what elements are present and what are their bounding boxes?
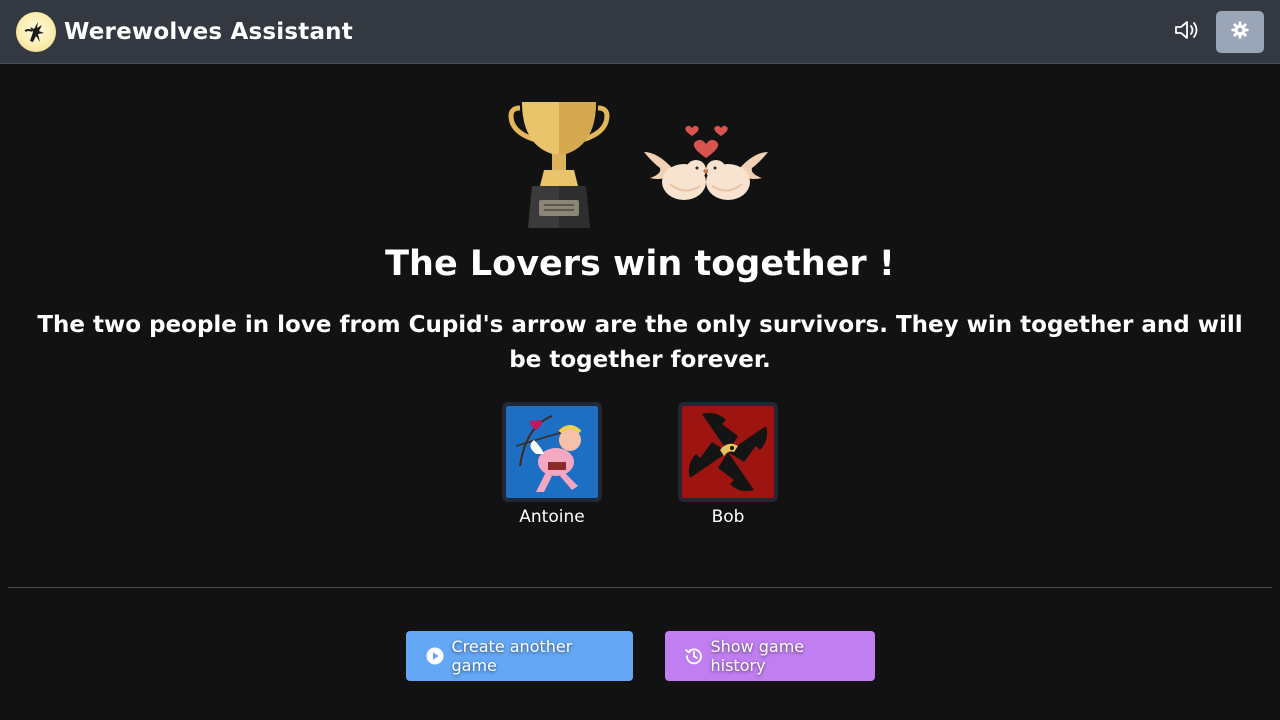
gear-icon: [1231, 21, 1249, 43]
victory-description: The two people in love from Cupid's arro…: [37, 312, 1243, 373]
create-another-game-label: Create another game: [451, 637, 573, 675]
end-game-actions: Create another game Show game history: [0, 631, 1280, 681]
create-another-game-button[interactable]: Create another game: [405, 631, 633, 681]
history-icon: [684, 647, 703, 665]
trophy-icon: [506, 100, 612, 232]
werewolf-logo-icon: [16, 12, 56, 52]
player-name: Bob: [711, 507, 745, 527]
winner-player: Antoine: [502, 402, 602, 527]
volume-icon: [1173, 18, 1201, 46]
play-circle-icon: [426, 647, 444, 665]
victory-icons: [0, 100, 1280, 230]
settings-button[interactable]: [1216, 11, 1264, 53]
victory-title: The Lovers win together !: [385, 244, 895, 284]
winners-list: Antoine Bob: [0, 402, 1280, 527]
show-game-history-button[interactable]: Show game history: [664, 631, 875, 681]
cupid-role-icon: [502, 402, 602, 502]
winner-player: Bob: [678, 402, 778, 527]
show-game-history-label: Show game history: [710, 637, 805, 675]
love-doves-icon: [640, 122, 772, 214]
werewolf-role-icon: [678, 402, 778, 502]
top-navbar: Werewolves Assistant: [0, 0, 1280, 64]
section-divider: [8, 587, 1272, 588]
player-name: Antoine: [519, 507, 585, 527]
brand[interactable]: Werewolves Assistant: [16, 12, 353, 52]
app-title: Werewolves Assistant: [64, 19, 353, 45]
sound-toggle-button[interactable]: [1170, 16, 1204, 48]
